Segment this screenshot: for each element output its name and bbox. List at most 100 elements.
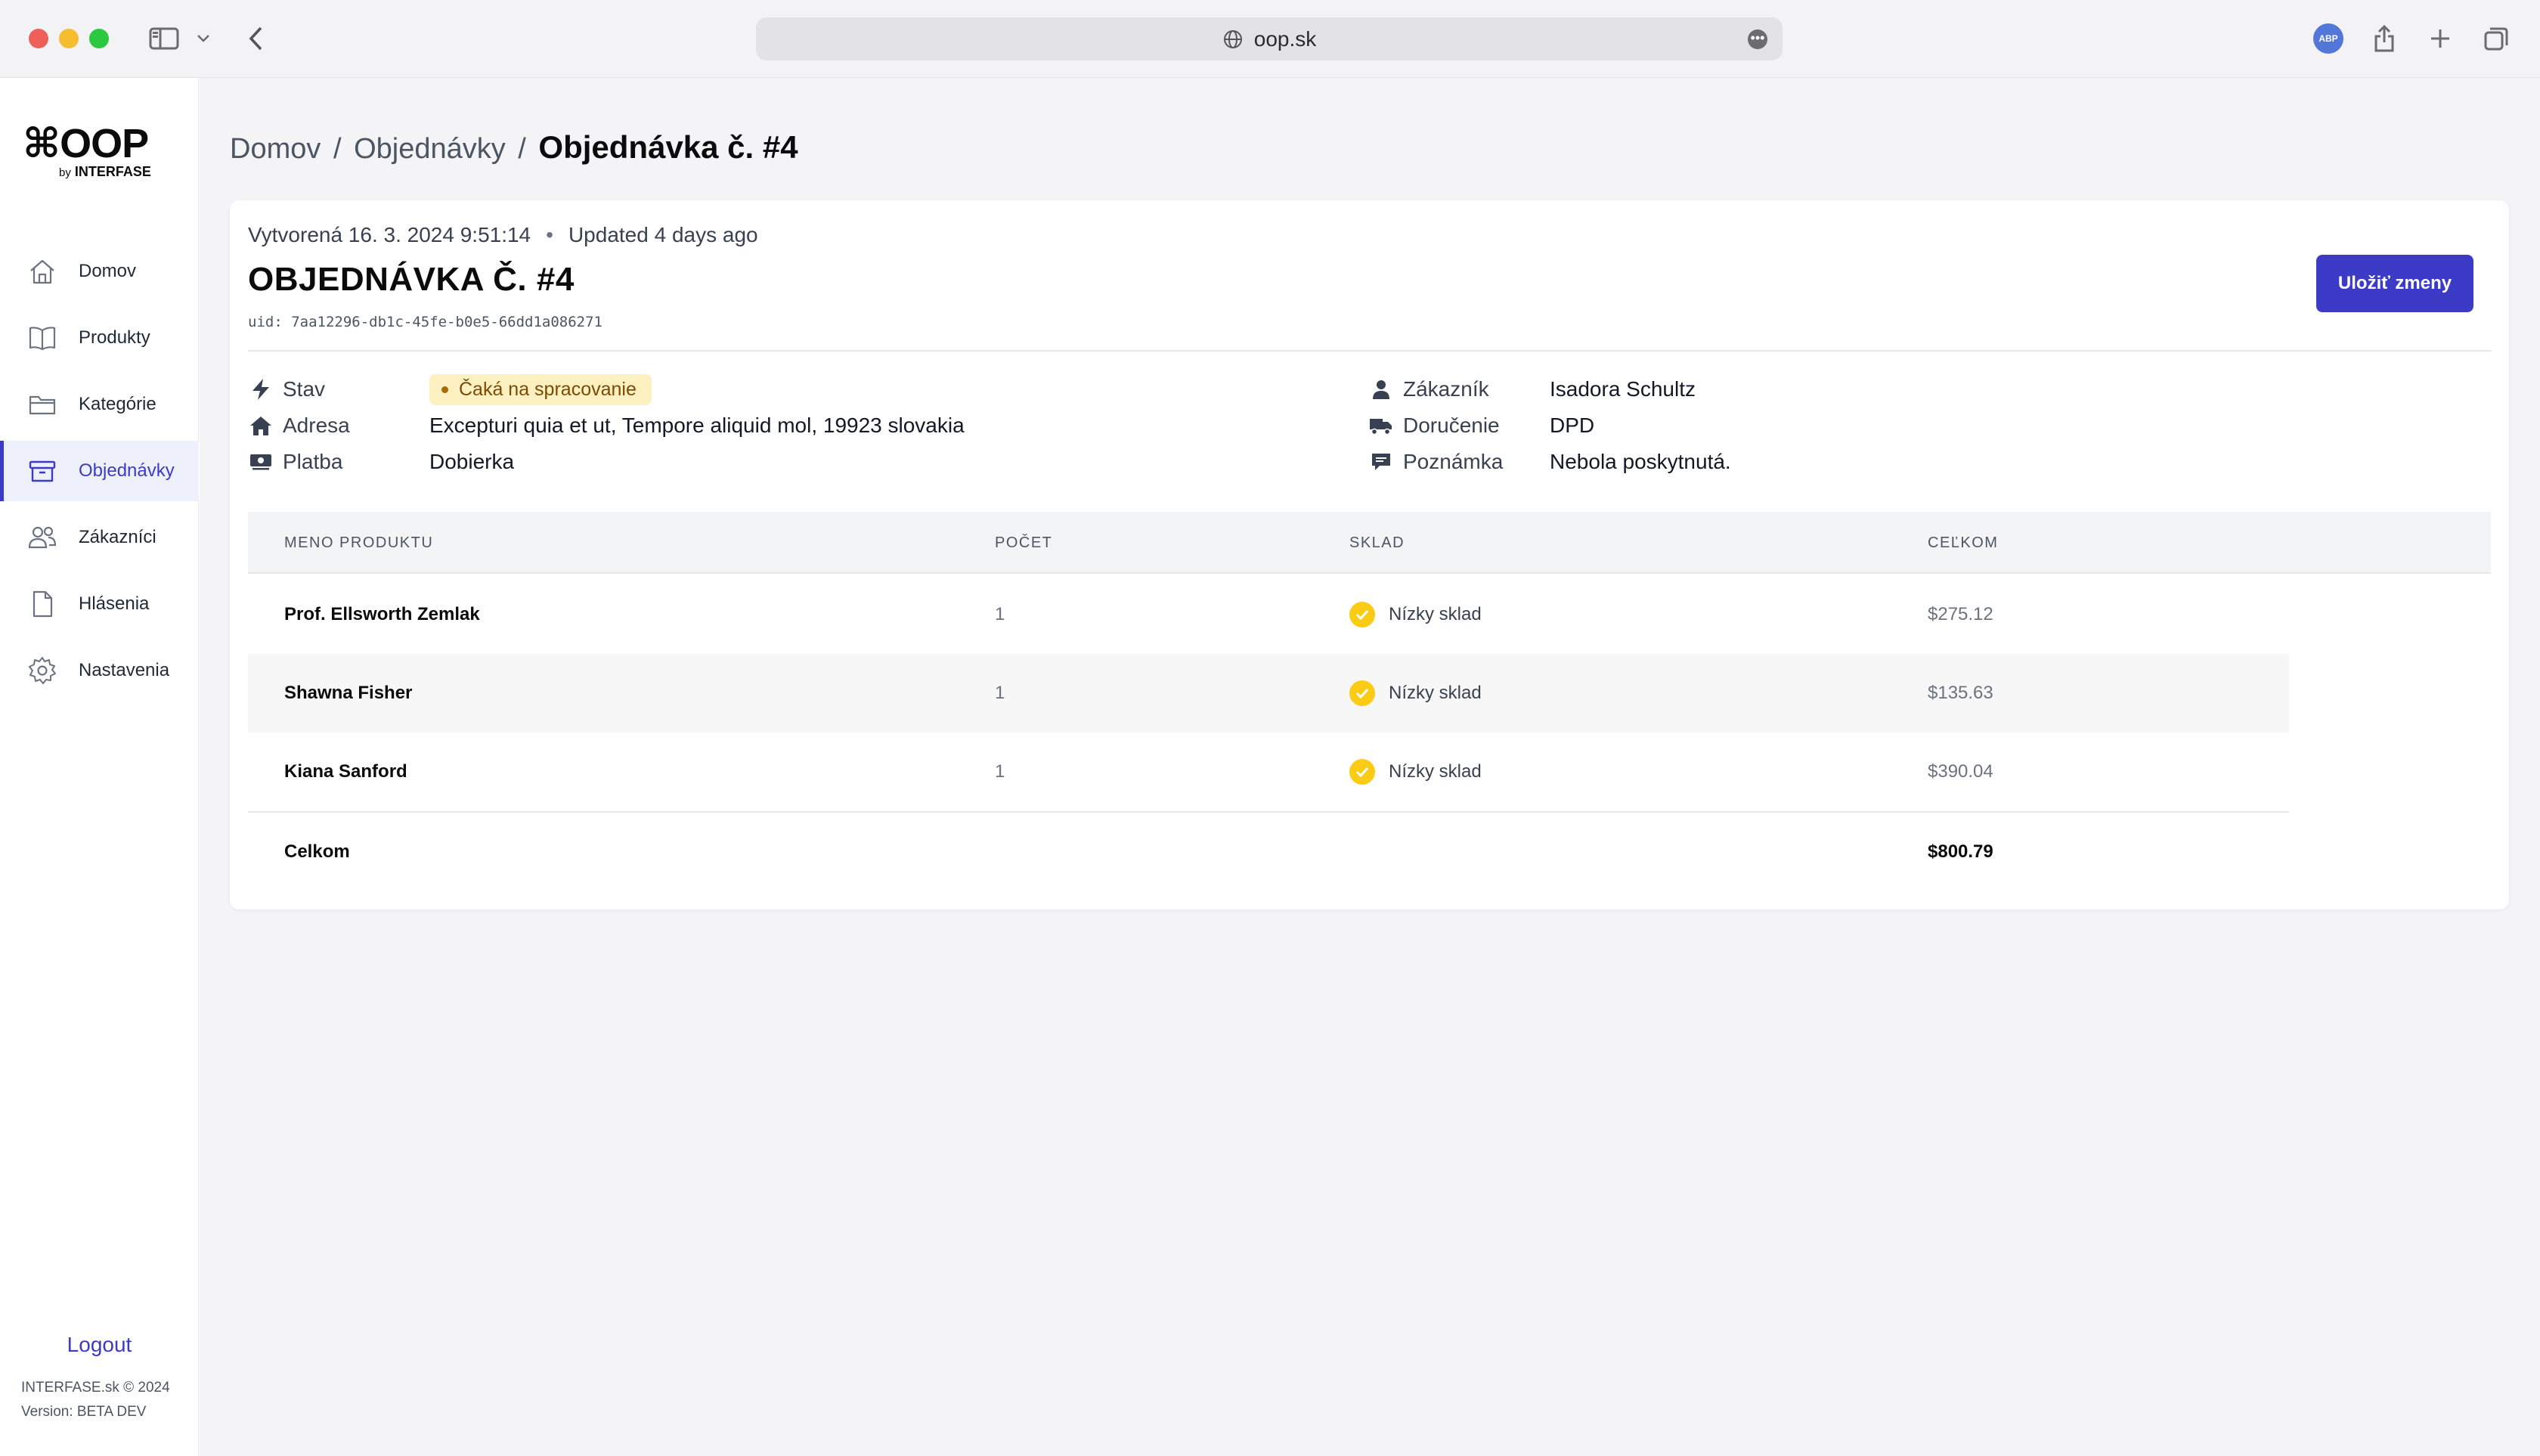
sidebar-item-label: Kategórie [79,394,156,414]
user-icon [1368,376,1394,402]
gear-icon [26,654,59,687]
total-value: $800.79 [1928,841,1993,862]
column-header-total[interactable]: CEĽKOM [1928,512,1998,574]
adblock-extension-icon[interactable]: ABP [2312,21,2345,56]
breadcrumb-orders-link[interactable]: Objednávky [354,133,506,165]
address-value: Excepturi quia et ut, Tempore aliquid mo… [429,414,965,437]
document-icon [26,587,59,621]
info-note: Poznámka Nebola poskytnutá. [1368,445,2427,479]
product-quantity: 1 [995,761,1005,782]
note-label: Poznámka [1403,450,1504,473]
delivery-label: Doručenie [1403,414,1500,437]
window-close-button[interactable] [29,29,48,48]
check-circle-icon [1349,759,1375,785]
stock-status: Nízky sklad [1349,733,1482,811]
logo-by: by [59,166,71,179]
logo-brand: INTERFASE [74,164,151,179]
sidebar-item-produkty[interactable]: Produkty [0,308,199,368]
info-delivery: Doručenie DPD [1368,409,2427,442]
product-name: Kiana Sanford [284,761,407,782]
main-content: Domov / Objednávky / Objednávka č. #4 Vy… [200,78,2540,1456]
breadcrumb-separator: / [518,133,526,165]
table-row[interactable]: Shawna Fisher 1 Nízky sklad $135.63 [248,654,2289,733]
payment-value: Dobierka [429,450,515,473]
status-label: Stav [283,377,326,401]
product-name: Prof. Ellsworth Zemlak [284,604,480,624]
breadcrumb: Domov / Objednávky / Objednávka č. #4 [230,129,798,166]
cash-icon [248,449,274,475]
new-tab-icon[interactable] [2424,21,2457,56]
logout-link[interactable]: Logout [0,1333,199,1357]
address-bar[interactable]: oop.sk ••• [756,17,1783,60]
product-quantity: 1 [995,604,1005,624]
window-minimize-button[interactable] [59,29,79,48]
table-header: MENO PRODUKTU POČET SKLAD CEĽKOM [248,512,2491,574]
product-total: $275.12 [1928,604,1993,624]
breadcrumb-separator: / [333,133,342,165]
divider [248,350,2491,352]
more-icon[interactable]: ••• [1748,29,1767,49]
check-circle-icon [1349,680,1375,706]
sidebar: ⌘OOP by INTERFASE Domov Produkty Kategór… [0,78,199,1456]
delivery-value: DPD [1550,414,1595,437]
url-text: oop.sk [1253,26,1317,51]
archive-box-icon [26,454,59,488]
sidebar-item-domov[interactable]: Domov [0,241,199,302]
window-zoom-button[interactable] [89,29,109,48]
globe-icon [1223,29,1242,48]
browser-toolbar: oop.sk ••• ABP [0,0,2540,78]
folder-icon [26,388,59,421]
info-status: Stav Čaká na spracovanie [248,373,1306,406]
product-total: $135.63 [1928,683,1993,703]
share-icon[interactable] [2368,21,2401,56]
stock-status: Nízky sklad [1349,575,1482,654]
home-icon [248,413,274,438]
chevron-down-icon[interactable] [192,21,215,56]
info-payment: Platba Dobierka [248,445,1306,479]
save-changes-button[interactable]: Uložiť zmeny [2316,255,2473,312]
table-row[interactable]: Prof. Ellsworth Zemlak 1 Nízky sklad $27… [248,575,2289,654]
truck-icon [1368,413,1394,438]
order-uid: uid: 7aa12296-db1c-45fe-b0e5-66dd1a08627… [248,314,602,330]
sidebar-item-kategorie[interactable]: Kategórie [0,374,199,435]
book-icon [26,321,59,355]
table-total-row: Celkom $800.79 [248,811,2289,890]
column-header-stock[interactable]: SKLAD [1349,512,1405,574]
sidebar-item-objednavky[interactable]: Objednávky [0,441,199,501]
sidebar-toggle-icon[interactable] [145,21,183,56]
sidebar-item-zakaznici[interactable]: Zákazníci [0,507,199,568]
updated-date: Updated 4 days ago [568,223,758,246]
order-title: OBJEDNÁVKA Č. #4 [248,261,575,298]
bolt-icon [248,376,274,402]
note-value: Nebola poskytnutá. [1550,450,1731,473]
status-badge[interactable]: Čaká na spracovanie [429,373,652,405]
sidebar-item-label: Hlásenia [79,593,150,614]
stock-status-text: Nízky sklad [1389,604,1482,624]
sidebar-item-label: Domov [79,261,137,281]
customer-value: Isadora Schultz [1550,377,1696,401]
info-customer: Zákazník Isadora Schultz [1368,373,2427,406]
customer-label: Zákazník [1403,377,1489,401]
info-address: Adresa Excepturi quia et ut, Tempore ali… [248,409,1306,442]
column-header-quantity[interactable]: POČET [995,512,1052,574]
back-arrow-icon[interactable] [240,21,271,56]
footer-copyright: INTERFASE.sk © 2024 [21,1380,170,1396]
check-circle-icon [1349,602,1375,627]
tab-overview-icon[interactable] [2480,21,2513,56]
order-timestamps: Vytvorená 16. 3. 2024 9:51:14 • Updated 4 … [248,223,758,246]
footer-version: Version: BETA DEV [21,1404,147,1420]
sidebar-item-label: Zákazníci [79,527,156,547]
sidebar-item-hlasenia[interactable]: Hlásenia [0,574,199,634]
order-card: Vytvorená 16. 3. 2024 9:51:14 • Updated 4 … [230,200,2509,909]
users-icon [26,521,59,554]
sidebar-item-label: Nastavenia [79,660,170,680]
address-label: Adresa [283,414,350,437]
stock-status: Nízky sklad [1349,654,1482,733]
stock-status-text: Nízky sklad [1389,761,1482,782]
breadcrumb-home-link[interactable]: Domov [230,133,321,165]
product-total: $390.04 [1928,761,1993,782]
column-header-product[interactable]: MENO PRODUKTU [284,512,433,574]
table-row[interactable]: Kiana Sanford 1 Nízky sklad $390.04 [248,733,2289,811]
app-logo[interactable]: ⌘OOP by INTERFASE [23,123,151,184]
sidebar-item-nastavenia[interactable]: Nastavenia [0,640,199,701]
